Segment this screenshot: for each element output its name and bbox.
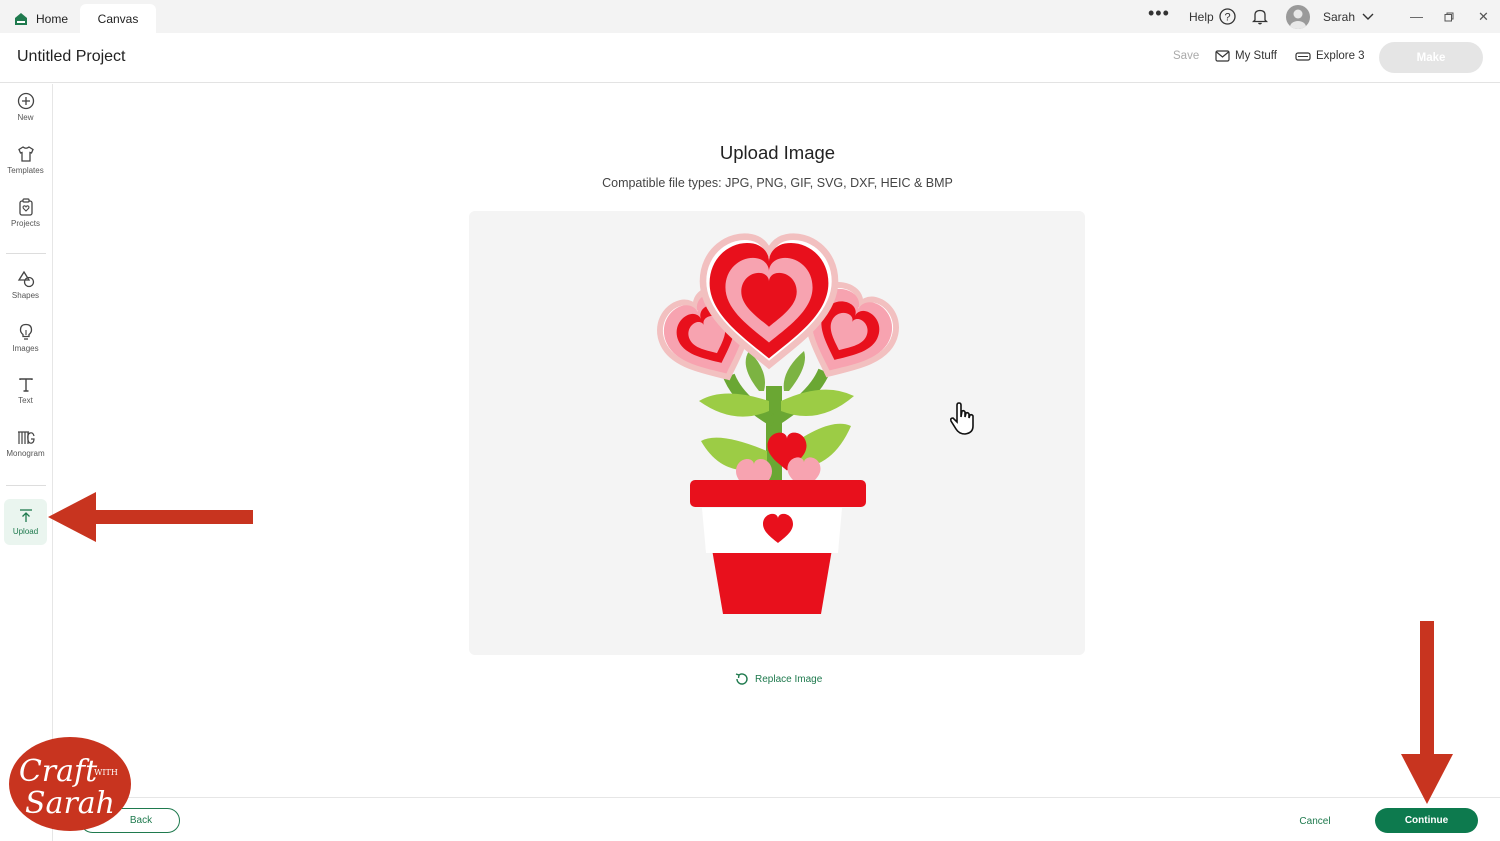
sidebar-item-upload[interactable]: Upload [4,499,47,545]
make-button[interactable]: Make [1379,42,1483,73]
cutting-machine-icon [1295,51,1311,61]
tab-home-label: Home [36,11,69,26]
arrow-annotation-left [48,492,253,542]
lightbulb-icon [19,323,32,340]
cancel-button[interactable]: Cancel [1284,812,1346,830]
monogram-icon [17,431,35,444]
sidebar-item-text[interactable]: Text [4,368,47,414]
close-icon[interactable]: ✕ [1478,0,1489,33]
user-menu[interactable]: Sarah [1286,0,1375,33]
plus-circle-icon [17,92,34,110]
tab-canvas[interactable]: Canvas [80,4,156,33]
arrow-annotation-down [1401,621,1453,804]
machine-select-button[interactable]: Explore 3 [1295,50,1365,62]
file-types-subtitle: Compatible file types: JPG, PNG, GIF, SV… [602,176,953,190]
sidebar-item-projects[interactable]: Projects [4,190,47,236]
shapes-icon [17,270,34,288]
rotate-arrow-icon [735,673,748,685]
sidebar-item-label: Monogram [6,449,45,458]
more-options-icon[interactable]: ••• [1148,0,1170,30]
sidebar: New Templates Projects Shapes Images Tex… [0,84,53,841]
bell-icon [1252,9,1268,25]
avatar [1286,4,1310,29]
replace-image-label: Replace Image [755,673,823,685]
title-bar: Home Canvas ••• Help ? Sarah — ✕ [0,0,1500,33]
clipboard-heart-icon [18,198,33,216]
sidebar-item-monogram[interactable]: Monogram [4,421,47,467]
sidebar-item-label: Text [18,396,33,405]
help-button[interactable]: Help ? [1189,0,1236,33]
help-label: Help [1189,9,1214,24]
envelope-icon [1215,50,1230,62]
sidebar-item-label: Images [12,344,39,353]
svg-text:?: ? [1224,12,1230,24]
sidebar-item-shapes[interactable]: Shapes [4,262,47,308]
sidebar-item-label: Projects [11,219,40,228]
image-preview-area [469,211,1085,655]
sidebar-item-label: Upload [12,527,39,536]
sidebar-divider [6,485,46,486]
sidebar-item-images[interactable]: Images [4,315,47,361]
my-stuff-label: My Stuff [1235,50,1277,62]
sidebar-divider [6,253,46,254]
machine-label: Explore 3 [1316,50,1365,62]
tab-home[interactable]: Home [8,4,80,33]
logo-line-with: WITH [94,768,118,777]
tab-canvas-label: Canvas [97,11,139,26]
footer-bar [53,797,1500,841]
project-header: Untitled Project Save My Stuff Explore 3… [0,33,1500,83]
page-title: Untitled Project [17,48,126,65]
my-stuff-button[interactable]: My Stuff [1215,50,1277,62]
back-button[interactable]: Back [80,808,180,833]
sidebar-item-label: Shapes [11,291,40,300]
chevron-down-icon [1362,13,1374,20]
uploaded-image-heart-flowerpot [469,211,1085,614]
replace-image-button[interactable]: Replace Image [734,671,822,687]
sidebar-item-label: New [17,113,34,122]
sidebar-item-label: Templates [7,166,44,175]
text-t-icon [18,378,33,392]
question-circle-icon: ? [1219,8,1236,25]
minimize-icon[interactable]: — [1410,0,1423,33]
notifications-button[interactable] [1252,0,1268,33]
save-button[interactable]: Save [1173,50,1199,62]
home-icon [15,12,27,25]
restore-icon[interactable] [1444,0,1454,33]
upload-title: Upload Image [719,142,836,163]
sidebar-item-new[interactable]: New [4,84,47,130]
continue-button[interactable]: Continue [1375,808,1478,833]
user-name: Sarah [1323,9,1356,24]
upload-arrow-icon [19,509,32,522]
